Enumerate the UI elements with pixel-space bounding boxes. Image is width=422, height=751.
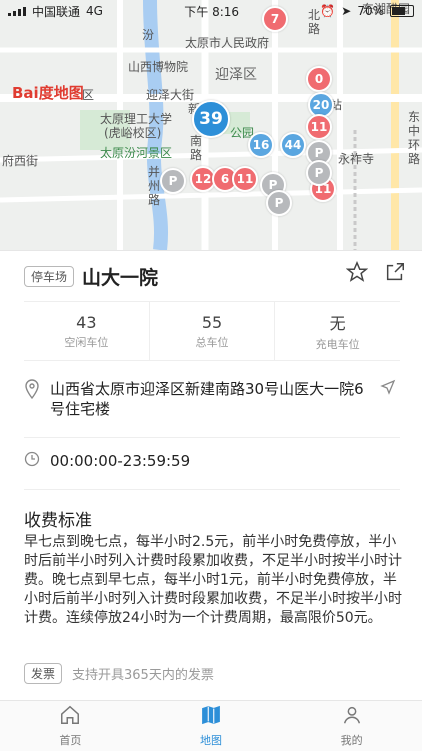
lot-type-tag: 停车场 (24, 266, 75, 287)
invoice-tag: 发票 (24, 663, 63, 684)
stat-total: 55 总车位 (150, 302, 276, 360)
navigate-icon[interactable] (380, 379, 396, 419)
signal-icon (8, 6, 26, 16)
tab-profile[interactable]: 我的 (281, 701, 422, 751)
map-label-museum: 山西博物院 (128, 60, 189, 74)
tab-home[interactable]: 首页 (0, 701, 141, 751)
stat-value: 无 (329, 314, 346, 333)
map-label-univ2: (虎峪校区) (104, 126, 162, 140)
stat-label: 充电车位 (315, 338, 360, 351)
map-label-qu: 区 (82, 88, 95, 102)
stat-label: 空闲车位 (64, 335, 109, 349)
battery-icon (390, 5, 414, 17)
stats-bar: 43 空闲车位 55 总车位 无 充电车位 (24, 301, 400, 361)
clock: 下午 8:16 (184, 4, 240, 19)
carrier: 中国联通 (32, 4, 81, 19)
address-text: 山西省太原市迎泽区新建南路30号山医大一院6号住宅楼 (50, 380, 364, 418)
parking-marker-icon[interactable]: P (266, 190, 292, 216)
parking-marker-icon[interactable]: P (306, 160, 332, 186)
status-bar: 中国联通 4G 下午 8:16 ⏰ ➤ 70% (0, 0, 422, 22)
network: 4G (86, 4, 103, 18)
divider (24, 489, 400, 490)
parking-detail-panel: 停车场 山大一院 43 空闲车位 55 总车位 无 充电车位 山西省太原市迎泽区… (0, 250, 422, 701)
user-icon (341, 704, 363, 729)
pin-icon (24, 379, 40, 419)
baidu-logo: Bai度地图 (12, 84, 84, 102)
map-icon (200, 704, 222, 729)
parking-marker-icon[interactable]: P (160, 168, 186, 194)
invoice-note: 支持开具365天内的发票 (72, 668, 214, 683)
clock-icon (24, 451, 40, 471)
divider (24, 437, 400, 438)
tab-label: 我的 (340, 734, 363, 747)
fee-title: 收费标准 (24, 511, 92, 531)
map-label-scenic: 太原汾河景区 (100, 146, 173, 160)
stat-label: 总车位 (195, 335, 229, 349)
map-label-yongzuo: 永祚寺 (338, 152, 375, 166)
map-label-nanlu: 南路 (190, 134, 203, 162)
map-label-yingze-st: 迎泽大街 (146, 88, 195, 102)
star-icon[interactable] (345, 260, 369, 287)
map-marker[interactable]: 11 (232, 166, 258, 192)
address-row[interactable]: 山西省太原市迎泽区新建南路30号山医大一院6号住宅楼 (24, 379, 400, 419)
tab-label: 地图 (200, 734, 222, 747)
battery-level: 70% (357, 4, 384, 18)
map-marker[interactable]: 11 (306, 114, 332, 140)
location-icon: ➤ (341, 4, 352, 18)
tab-bar: 首页 地图 我的 (0, 700, 422, 751)
share-icon[interactable] (384, 261, 406, 287)
home-icon (59, 704, 81, 729)
stat-charging: 无 充电车位 (275, 302, 400, 360)
hours-row: 00:00:00-23:59:59 (24, 451, 190, 471)
invoice-row: 发票 支持开具365天内的发票 (24, 663, 214, 684)
stat-value: 55 (201, 312, 223, 332)
tab-label: 首页 (59, 734, 82, 747)
stat-free: 43 空闲车位 (24, 302, 150, 360)
map-marker[interactable]: 16 (248, 132, 274, 158)
map-marker-selected[interactable]: 39 (192, 100, 230, 138)
stat-value: 43 (76, 312, 97, 332)
map-label-govt: 太原市人民政府 (185, 36, 270, 50)
map-label-west-st: 府西街 (2, 154, 39, 168)
fee-text: 早七点到晚七点，每半小时2.5元，前半小时免费停放，半小时后前半小时列入计费时段… (24, 534, 402, 626)
map-label-fen-river: 汾 (142, 28, 155, 42)
map-label-east-road: 东中环路 (408, 110, 421, 166)
opening-hours: 00:00:00-23:59:59 (50, 452, 191, 470)
tab-map[interactable]: 地图 (141, 701, 282, 751)
map-marker[interactable]: 0 (306, 66, 332, 92)
map-view[interactable]: 太原市人民政府 山西博物院 迎泽区 迎泽大街 太原理工大学 (虎峪校区) 太原汾… (0, 0, 422, 250)
map-label-bing-road: 并州路 (148, 165, 161, 207)
map-label-district: 迎泽区 (215, 67, 257, 83)
lot-name: 山大一院 (82, 267, 159, 289)
alarm-icon: ⏰ (320, 4, 336, 18)
map-marker[interactable]: 44 (280, 132, 306, 158)
